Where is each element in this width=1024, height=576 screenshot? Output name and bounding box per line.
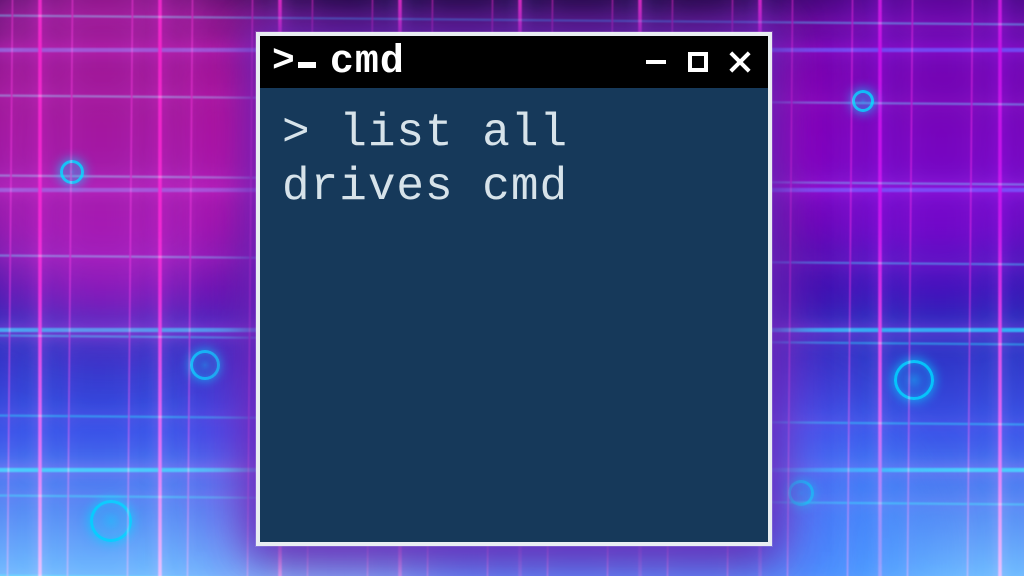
minimize-icon [646,60,666,64]
terminal-prompt-icon: > [272,43,316,81]
terminal-window: > cmd > list all drives cmd [256,32,772,546]
titlebar[interactable]: > cmd [260,36,768,88]
terminal-body[interactable]: > list all drives cmd [260,88,768,542]
close-button[interactable] [726,48,754,76]
maximize-button[interactable] [684,48,712,76]
close-icon [728,50,752,74]
window-title: cmd [330,40,628,85]
minimize-button[interactable] [642,48,670,76]
maximize-icon [688,52,708,72]
window-controls [642,48,754,76]
prompt-symbol: > [282,107,311,159]
terminal-command-text: list all drives cmd [282,107,597,213]
